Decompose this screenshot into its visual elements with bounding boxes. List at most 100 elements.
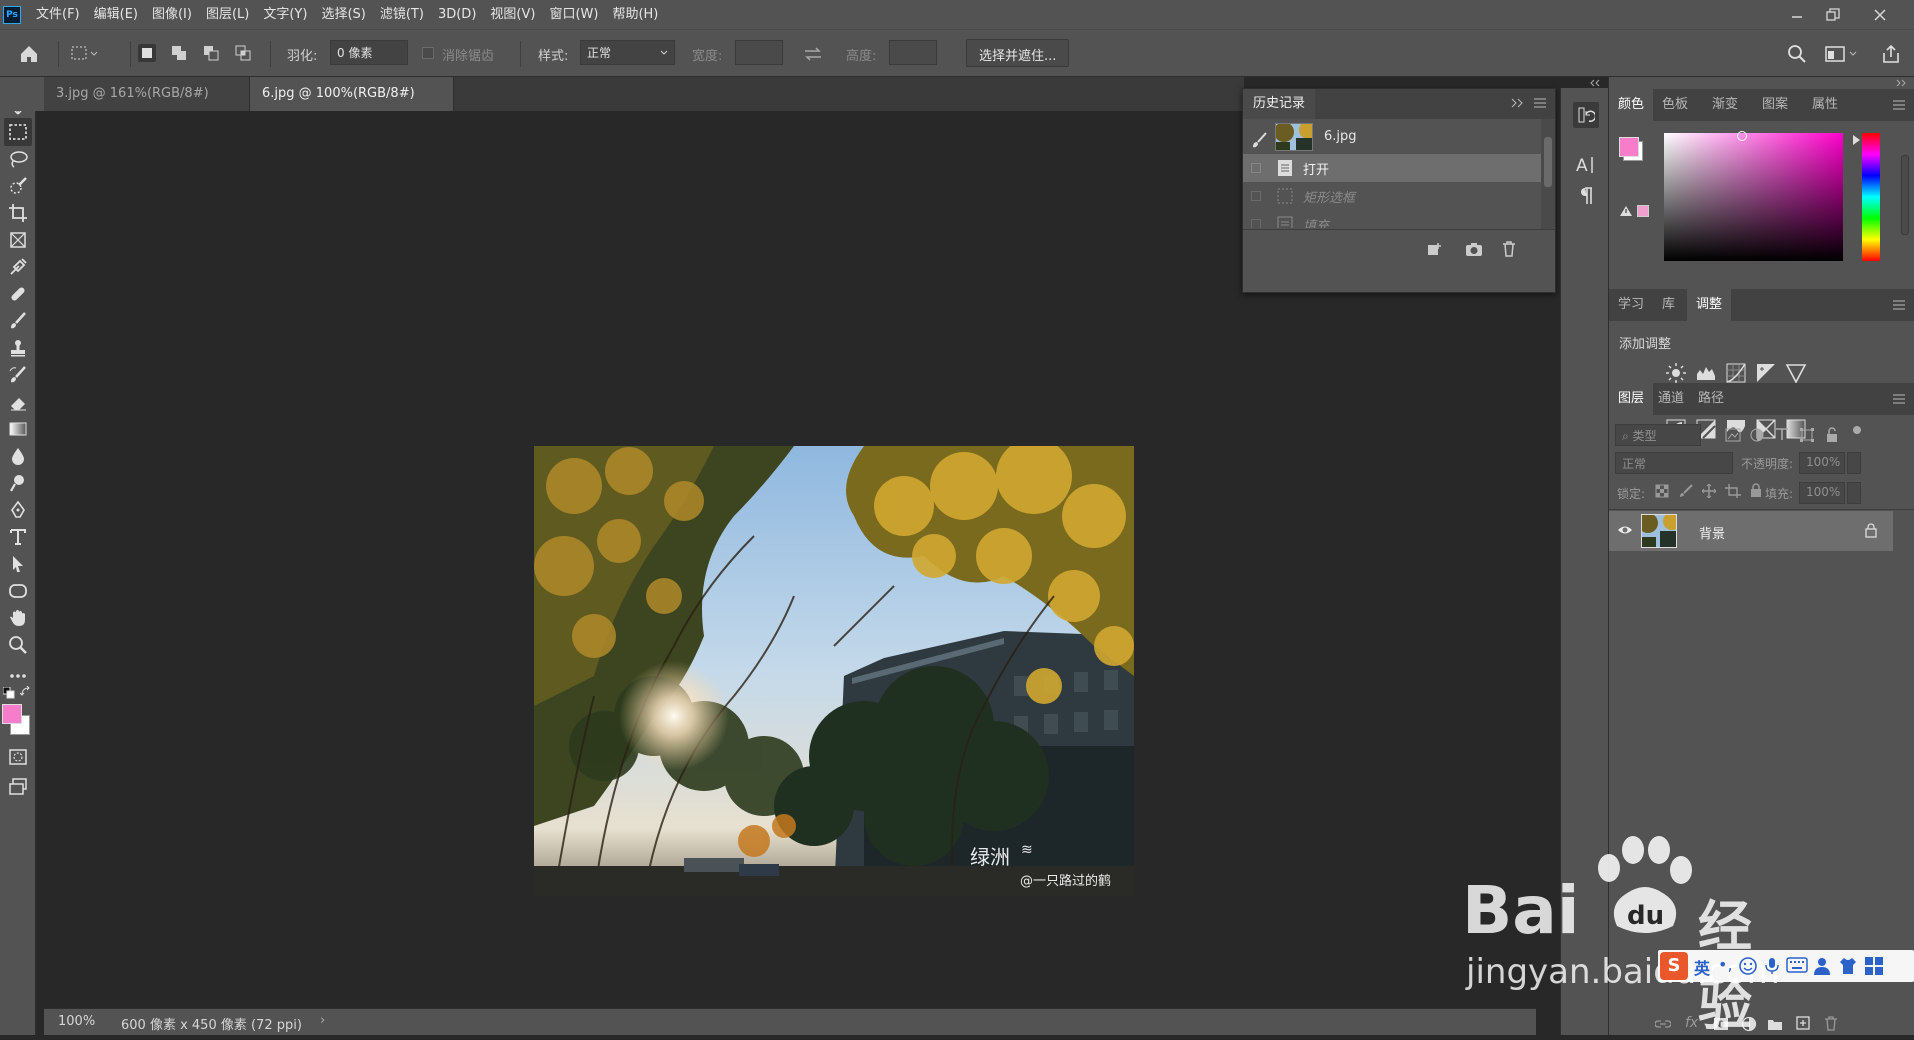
tab-layers[interactable]: 图层 [1609,383,1654,415]
gamut-warning-icon[interactable] [1619,205,1633,217]
voice-icon[interactable] [1764,956,1780,976]
type-tool-icon[interactable] [4,523,32,551]
hand-tool-icon[interactable] [4,604,32,632]
new-adjustment-layer-icon[interactable] [1741,1016,1757,1032]
panel-menu-icon[interactable] [1893,394,1905,404]
menu-edit[interactable]: 编辑(E) [87,0,145,29]
menu-select[interactable]: 选择(S) [314,0,372,29]
tab-properties[interactable]: 属性 [1803,89,1847,121]
tab-libraries[interactable]: 库 [1653,289,1684,321]
panel-resize-handle[interactable] [1901,155,1909,235]
restore-button[interactable] [1815,0,1851,29]
menu-help[interactable]: 帮助(H) [605,0,665,29]
zoom-level[interactable]: 100% [58,1014,95,1029]
new-group-icon[interactable] [1767,1017,1783,1031]
swap-colors-icon[interactable] [20,686,32,698]
filter-toggle-switch[interactable] [1853,426,1861,434]
antialias-checkbox[interactable] [422,47,434,59]
brush-tool-icon[interactable] [4,307,32,335]
frame-tool-icon[interactable] [4,226,32,254]
new-document-from-state-icon[interactable] [1426,241,1444,257]
link-layers-icon[interactable] [1655,1017,1671,1031]
pixel-layer-filter-icon[interactable] [1725,428,1741,442]
lock-transparent-pixels-icon[interactable] [1655,484,1669,498]
type-layer-filter-icon[interactable] [1775,427,1789,441]
lock-icon[interactable] [1865,523,1877,538]
layer-filter-select[interactable]: ⌕ 类型 [1615,424,1701,446]
document-image[interactable]: 绿洲 ≋ @一只路过的鹤 [534,446,1134,896]
add-to-selection-icon[interactable] [170,44,188,62]
history-checkbox[interactable] [1251,191,1261,201]
rectangle-tool-icon[interactable] [4,577,32,605]
lock-all-icon[interactable] [1750,483,1762,498]
menu-view[interactable]: 视图(V) [483,0,542,29]
panel-menu-icon[interactable] [1893,300,1905,310]
tab-paths[interactable]: 路径 [1689,383,1733,415]
gradient-tool-icon[interactable] [4,415,32,443]
shape-layer-filter-icon[interactable] [1799,427,1815,443]
subtract-selection-icon[interactable] [202,44,220,62]
new-selection-icon[interactable] [138,44,156,62]
opacity-input[interactable]: 100% [1799,452,1845,474]
dodge-tool-icon[interactable] [4,469,32,497]
tab-channels[interactable]: 通道 [1649,383,1693,415]
skin-icon[interactable] [1838,956,1858,976]
color-picker-field[interactable] [1664,133,1843,261]
clone-stamp-tool-icon[interactable] [4,334,32,362]
new-layer-icon[interactable] [1796,1016,1810,1030]
crop-tool-icon[interactable] [4,199,32,227]
lock-position-icon[interactable] [1702,484,1716,498]
tab-3jpg[interactable]: 3.jpg @ 161%(RGB/8#) *× [44,77,250,135]
quick-selection-tool-icon[interactable] [4,172,32,200]
screen-mode-icon[interactable] [4,773,32,801]
tab-6jpg[interactable]: 6.jpg @ 100%(RGB/8#) *× [250,77,454,135]
tab-adjustments[interactable]: 调整 [1687,289,1732,321]
toolbox-icon[interactable] [1864,956,1884,976]
collapse-panels-icon[interactable] [1896,79,1906,87]
menu-image[interactable]: 图像(I) [145,0,199,29]
layer-row-background[interactable]: 背景 [1609,511,1893,551]
opacity-dropdown[interactable] [1847,452,1861,474]
add-mask-icon[interactable] [1713,1017,1729,1031]
history-item-fill[interactable]: 填充 [1243,210,1541,228]
camera-icon[interactable] [1465,241,1483,257]
select-and-mask-button[interactable]: 选择并遮住... [966,39,1070,67]
marquee-preset-icon[interactable] [70,43,98,65]
emoji-icon[interactable] [1738,956,1758,976]
marquee-tool-icon[interactable] [4,118,32,146]
history-panel-title[interactable]: 历史记录 [1243,89,1316,119]
web-safe-color-chip[interactable] [1637,205,1649,217]
paragraph-panel-icon[interactable] [1577,186,1595,206]
brightness-contrast-icon[interactable] [1665,362,1687,384]
history-checkbox[interactable] [1251,163,1261,173]
style-select[interactable]: 正常 [580,40,675,65]
fill-dropdown[interactable] [1847,482,1861,504]
snapshot-thumbnail[interactable] [1275,123,1313,151]
fill-input[interactable]: 100% [1799,482,1845,504]
hue-slider[interactable] [1862,133,1880,261]
pen-tool-icon[interactable] [4,496,32,524]
user-icon[interactable] [1812,956,1832,976]
tab-color[interactable]: 颜色 [1609,89,1654,121]
eraser-tool-icon[interactable] [4,388,32,416]
menu-3d[interactable]: 3D(D) [431,0,483,29]
foreground-color-swatch[interactable] [2,704,22,724]
panel-menu-icon[interactable] [1534,98,1546,108]
trash-icon[interactable] [1501,240,1517,257]
history-item-open[interactable]: 打开 [1243,154,1541,182]
menu-file[interactable]: 文件(F) [29,0,87,29]
history-item-marquee[interactable]: 矩形选框 [1243,182,1541,210]
status-menu-arrow[interactable]: › [320,1013,325,1028]
history-scrollbar[interactable] [1541,119,1555,229]
close-button[interactable] [1862,0,1898,29]
collapse-strip-icon[interactable] [1590,79,1600,87]
minimize-button[interactable] [1779,0,1815,29]
panel-menu-icon[interactable] [1893,100,1905,110]
lock-image-pixels-icon[interactable] [1679,484,1693,498]
vibrance-icon[interactable] [1785,362,1807,384]
history-checkbox[interactable] [1251,219,1261,228]
eyedropper-tool-icon[interactable] [4,253,32,281]
expand-panel-icon[interactable] [1511,97,1525,109]
width-input[interactable] [735,40,783,65]
foreground-color-chip[interactable] [1619,137,1639,157]
